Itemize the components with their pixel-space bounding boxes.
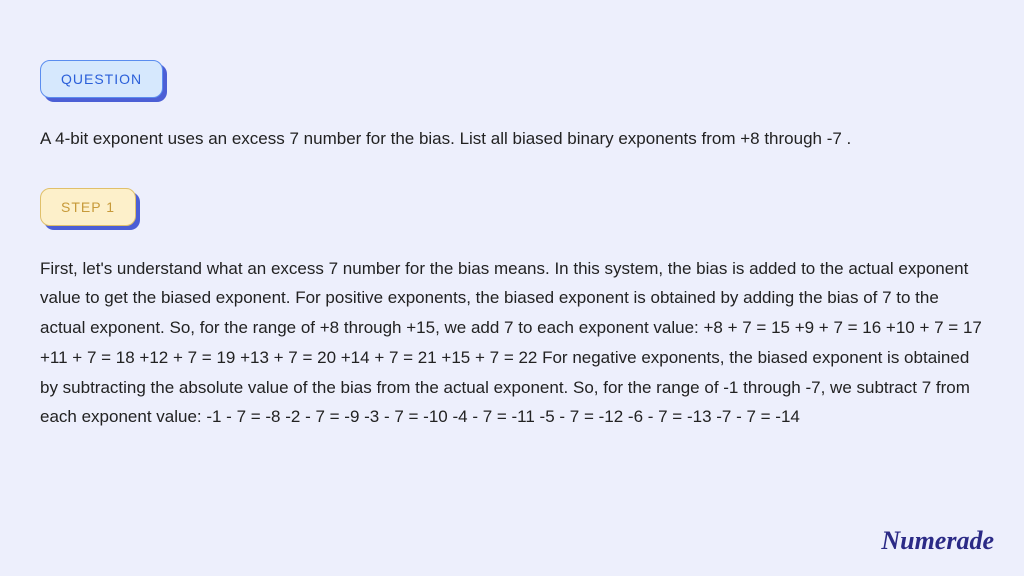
step1-text: First, let's understand what an excess 7… <box>40 254 984 433</box>
question-section: QUESTION A 4-bit exponent uses an excess… <box>40 60 984 152</box>
step1-badge: STEP 1 <box>40 188 136 226</box>
question-text: A 4-bit exponent uses an excess 7 number… <box>40 126 984 152</box>
brand-logo: Numerade <box>881 526 994 556</box>
question-badge: QUESTION <box>40 60 163 98</box>
step-section: STEP 1 First, let's understand what an e… <box>40 188 984 433</box>
